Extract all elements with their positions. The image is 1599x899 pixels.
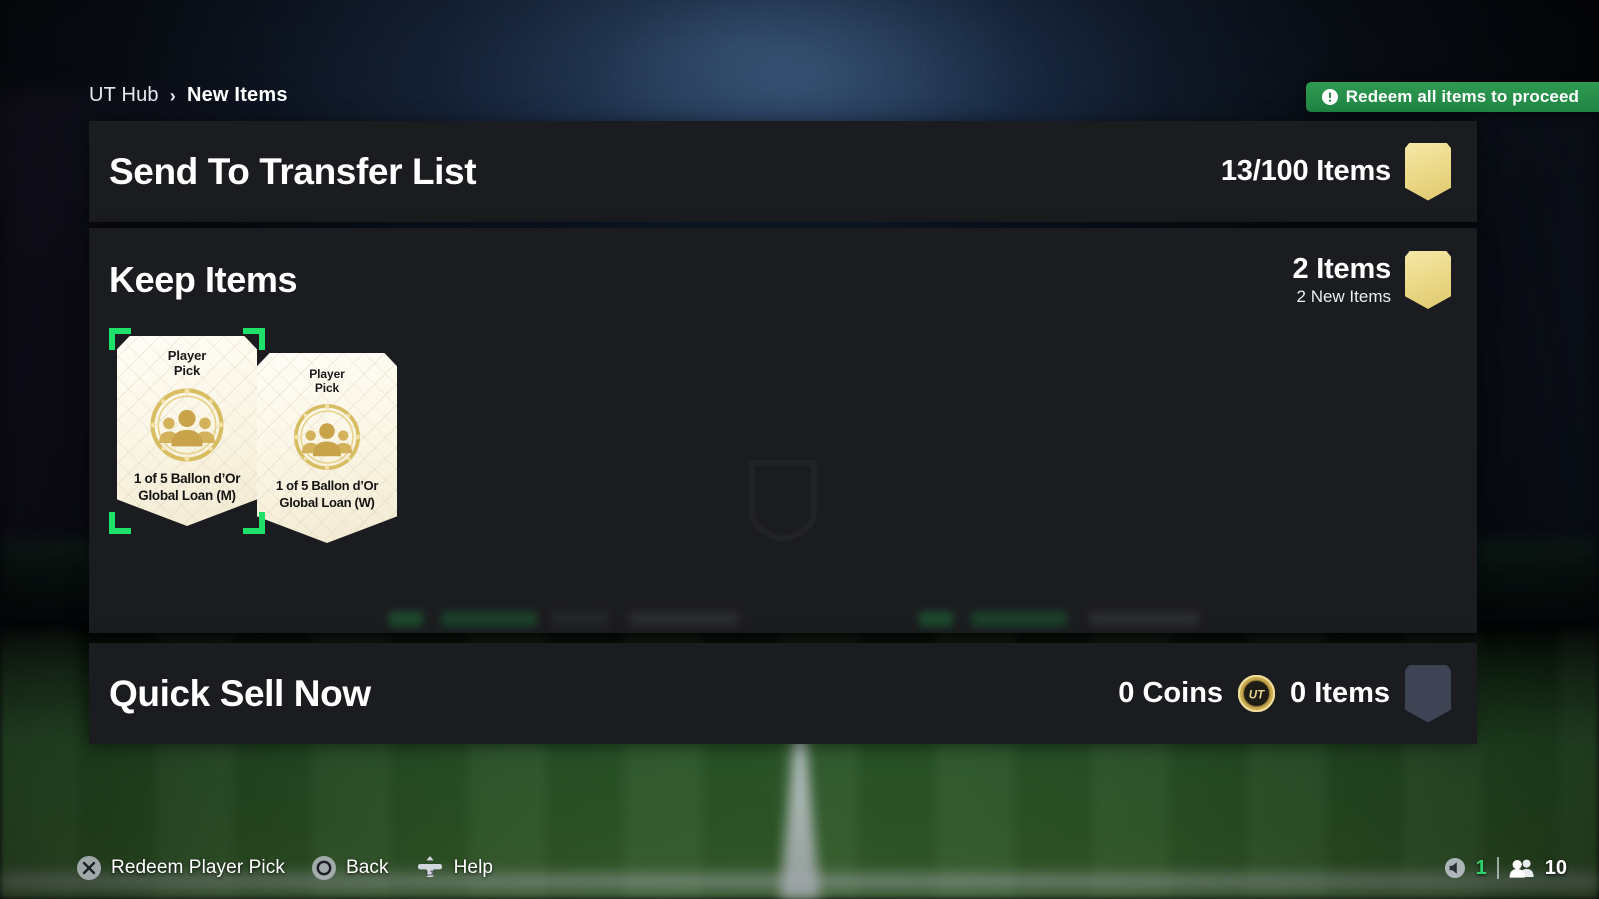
transfer-gold-shield-badge: [1405, 142, 1451, 201]
hint-redeem-player-pick[interactable]: Redeem Player Pick: [76, 855, 285, 881]
card-2-label-line2: Global Loan (W): [279, 494, 375, 510]
redeem-banner-label: Redeem all items to proceed: [1345, 87, 1579, 106]
card-1-label: 1 of 5 Ballon d’Or Global Loan (M): [117, 470, 257, 505]
card-2-kicker-line1: Player: [309, 367, 345, 381]
card-2-label: 1 of 5 Ballon d’Or Global Loan (W): [257, 478, 397, 511]
transfer-panel-header: Send To Transfer List 13/100 Items: [89, 121, 1477, 222]
quick-sell-items-value: 0 Items: [1290, 677, 1390, 709]
card-1-label-line2: Global Loan (M): [138, 487, 236, 503]
hint-label-help: Help: [453, 857, 494, 878]
redeem-all-items-banner: Redeem all items to proceed: [1305, 82, 1599, 112]
keep-count-stack: 2 Items 2 New Items: [1292, 253, 1391, 307]
status-divider: [1496, 857, 1499, 879]
player-pick-card-1[interactable]: Player Pick 1 of 5 Ballon d’Or Global Lo…: [117, 336, 257, 526]
cross-button-icon: [77, 856, 101, 880]
volume-level-value: 1: [1475, 856, 1487, 879]
keep-item-count: 2 Items: [1292, 253, 1391, 285]
card-1-label-line1: 1 of 5 Ballon d’Or: [133, 470, 241, 486]
chevron-right-icon: ›: [169, 85, 176, 106]
player-pick-card-2[interactable]: Player Pick 1 of 5 Ballon d’Or Global Lo…: [257, 353, 397, 543]
quick-sell-summary: 0 Coins UT 0 Items: [1118, 664, 1451, 723]
online-players-value: 10: [1544, 856, 1567, 879]
button-hints: Redeem Player Pick Back L3 Help: [76, 855, 493, 881]
keep-panel-summary: 2 Items 2 New Items: [1292, 251, 1451, 309]
transfer-panel-summary: 13/100 Items: [1220, 142, 1451, 201]
card-1-kicker-line2: Pick: [173, 363, 201, 379]
transfer-item-count: 13/100 Items: [1220, 155, 1391, 187]
quick-sell-panel-title: Quick Sell Now: [109, 672, 371, 714]
keep-items-panel[interactable]: Keep Items 2 Items 2 New Items Player Pi…: [89, 228, 1477, 633]
send-to-transfer-list-panel[interactable]: Send To Transfer List 13/100 Items: [89, 121, 1477, 222]
card-2-kicker-line2: Pick: [314, 381, 340, 396]
selection-bracket-bottom-left: [109, 512, 131, 534]
status-indicators: 1 10: [1444, 857, 1581, 880]
warning-circle-icon: [1321, 89, 1338, 105]
hint-label-redeem-player-pick: Redeem Player Pick: [111, 857, 285, 878]
breadcrumb: UT Hub › New Items: [89, 84, 288, 107]
card-1-kicker: Player Pick: [167, 348, 207, 379]
svg-text:UT: UT: [1249, 689, 1265, 701]
quick-sell-coins-value: 0 Coins: [1118, 677, 1224, 709]
keep-panel-header: Keep Items 2 Items 2 New Items: [89, 228, 1477, 332]
circle-button-icon: [311, 856, 336, 880]
svg-text:L3: L3: [425, 871, 433, 878]
hint-help[interactable]: L3 Help: [415, 856, 493, 880]
keep-items-body: Player Pick 1 of 5 Ballon d’Or Global Lo…: [89, 328, 1477, 633]
breadcrumb-item-new-items: New Items: [186, 84, 288, 106]
people-icon: [1509, 859, 1534, 878]
speaker-icon: [1444, 858, 1465, 878]
hint-back[interactable]: Back: [311, 855, 389, 881]
ut-coin-icon: UT: [1238, 675, 1276, 712]
keep-gold-shield-badge: [1405, 251, 1451, 309]
card-2-label-line1: 1 of 5 Ballon d’Or: [275, 478, 379, 494]
bottom-action-bar: Redeem Player Pick Back L3 Help 1 10: [0, 837, 1599, 899]
hint-label-back: Back: [345, 857, 389, 878]
card-2-kicker: Player Pick: [309, 367, 345, 396]
transfer-panel-title: Send To Transfer List: [109, 150, 477, 192]
breadcrumb-item-ut-hub[interactable]: UT Hub: [89, 84, 159, 107]
l3-stick-icon: L3: [417, 856, 442, 878]
keep-new-item-count: 2 New Items: [1296, 287, 1391, 306]
keep-panel-title: Keep Items: [109, 259, 298, 300]
player-pick-emblem-icon: [294, 404, 360, 471]
keep-panel-lower-glow: [89, 597, 1477, 633]
card-1-kicker-line1: Player: [167, 348, 207, 363]
quick-sell-panel-header: Quick Sell Now 0 Coins UT 0 Items: [89, 643, 1477, 744]
quick-sell-now-panel[interactable]: Quick Sell Now 0 Coins UT 0 Items: [89, 643, 1477, 744]
quick-sell-gray-shield-badge: [1405, 664, 1451, 723]
player-pick-emblem-icon: [150, 388, 224, 462]
shield-watermark-icon: [749, 459, 817, 542]
